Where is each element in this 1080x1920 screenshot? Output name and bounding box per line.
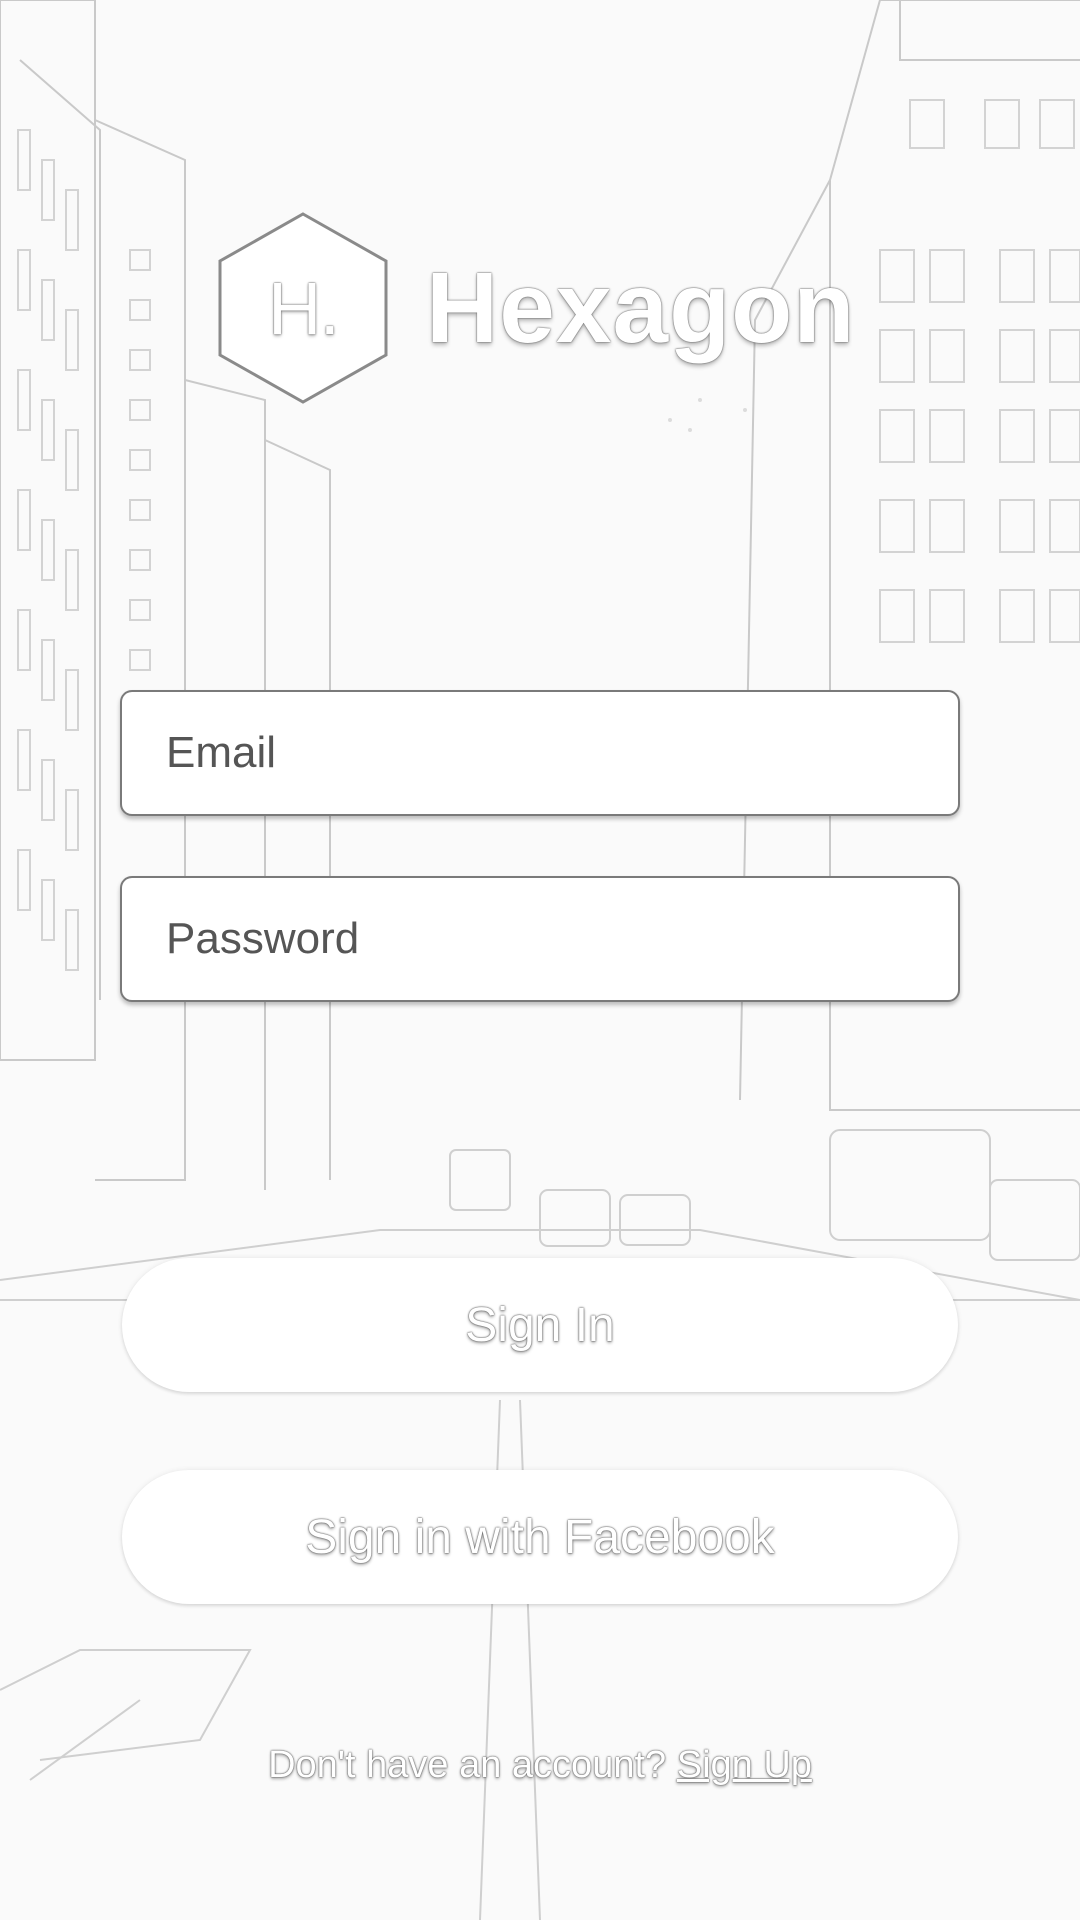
sign-in-label: Sign In [465, 1298, 615, 1352]
facebook-sign-in-button[interactable]: Sign in with Facebook [122, 1470, 958, 1604]
facebook-sign-in-label: Sign in with Facebook [305, 1510, 775, 1564]
email-field-container [120, 690, 960, 816]
app-name: Hexagon [426, 251, 856, 364]
logo-letter: H. [268, 266, 340, 350]
login-screen: H. Hexagon Sign In Sign in with Facebook… [0, 0, 1080, 1920]
sign-in-button[interactable]: Sign In [122, 1258, 958, 1392]
password-field[interactable] [164, 913, 958, 965]
email-field[interactable] [164, 727, 958, 779]
signup-prompt: Don't have an account? Sign Up [0, 1744, 1080, 1787]
signup-prompt-text: Don't have an account? [268, 1744, 677, 1786]
password-field-container [120, 876, 960, 1002]
sign-up-link[interactable]: Sign Up [677, 1744, 812, 1786]
hexagon-logo-icon: H. [216, 210, 390, 406]
app-logo: H. Hexagon [216, 210, 855, 406]
